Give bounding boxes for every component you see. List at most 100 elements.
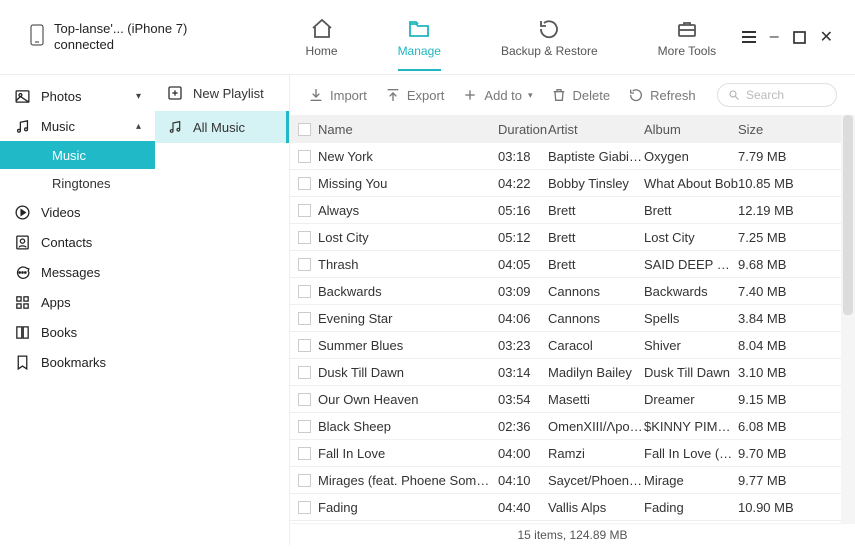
row-checkbox[interactable]	[298, 177, 311, 190]
close-button[interactable]: ✕	[820, 27, 833, 47]
cell-duration: 03:23	[498, 338, 548, 353]
row-checkbox[interactable]	[298, 474, 311, 487]
nav-tools-label: More Tools	[658, 44, 716, 58]
sidebar-videos[interactable]: Videos	[0, 197, 155, 227]
sidebar-contacts[interactable]: Contacts	[0, 227, 155, 257]
sidebar-apps[interactable]: Apps	[0, 287, 155, 317]
cell-name: Fading	[318, 500, 498, 515]
cell-name: Lost City	[318, 230, 498, 245]
sidebar-bookmarks[interactable]: Bookmarks	[0, 347, 155, 377]
row-checkbox[interactable]	[298, 447, 311, 460]
sidebar-books[interactable]: Books	[0, 317, 155, 347]
cell-size: 9.68 MB	[738, 257, 802, 272]
table-row[interactable]: Lost City05:12BrettLost City7.25 MB	[290, 224, 841, 251]
table-row[interactable]: Dusk Till Dawn03:14Madilyn BaileyDusk Ti…	[290, 359, 841, 386]
row-checkbox[interactable]	[298, 420, 311, 433]
table-row[interactable]: Always05:16BrettBrett12.19 MB	[290, 197, 841, 224]
menu-icon[interactable]	[742, 31, 756, 43]
cell-size: 9.15 MB	[738, 392, 802, 407]
status-bar: 15 items, 124.89 MB	[290, 523, 855, 545]
sidebar-music-ringtones[interactable]: Ringtones	[0, 169, 155, 197]
sidebar-messages[interactable]: Messages	[0, 257, 155, 287]
table-row[interactable]: Missing You04:22Bobby TinsleyWhat About …	[290, 170, 841, 197]
table-row[interactable]: Summer Blues03:23CaracolShiver8.04 MB	[290, 332, 841, 359]
select-all-checkbox[interactable]	[298, 123, 311, 136]
cell-name: Our Own Heaven	[318, 392, 498, 407]
cell-artist: Ramzi	[548, 446, 644, 461]
nav-more-tools[interactable]: More Tools	[658, 17, 716, 58]
maximize-button[interactable]	[793, 31, 806, 44]
device-status: connected	[54, 37, 187, 53]
export-button[interactable]: Export	[385, 87, 445, 103]
cell-duration: 03:18	[498, 149, 548, 164]
row-checkbox[interactable]	[298, 231, 311, 244]
row-checkbox[interactable]	[298, 501, 311, 514]
cell-album: Spells	[644, 311, 738, 326]
cell-size: 12.19 MB	[738, 203, 802, 218]
cell-name: Backwards	[318, 284, 498, 299]
row-checkbox[interactable]	[298, 204, 311, 217]
nav-backup-restore[interactable]: Backup & Restore	[501, 17, 598, 58]
sidebar-music[interactable]: Music▴	[0, 111, 155, 141]
cell-size: 3.10 MB	[738, 365, 802, 380]
cell-name: New York	[318, 149, 498, 164]
nav-home[interactable]: Home	[306, 17, 338, 58]
row-checkbox[interactable]	[298, 258, 311, 271]
cell-album: Brett	[644, 203, 738, 218]
row-checkbox[interactable]	[298, 366, 311, 379]
nav-backup-label: Backup & Restore	[501, 44, 598, 58]
refresh-button[interactable]: Refresh	[628, 87, 696, 103]
row-checkbox[interactable]	[298, 393, 311, 406]
table-row[interactable]: Thrash04:05BrettSAID DEEP MIXTAP...9.68 …	[290, 251, 841, 278]
cell-name: Evening Star	[318, 311, 498, 326]
row-checkbox[interactable]	[298, 312, 311, 325]
table-row[interactable]: Mirages (feat. Phoene Somsavath)04:10Say…	[290, 467, 841, 494]
table-row[interactable]: Evening Star04:06CannonsSpells3.84 MB	[290, 305, 841, 332]
cell-album: Fading	[644, 500, 738, 515]
sidebar-photos[interactable]: Photos▾	[0, 81, 155, 111]
nav-manage[interactable]: Manage	[398, 17, 441, 71]
cell-artist: Cannons	[548, 284, 644, 299]
table-row[interactable]: Backwards03:09CannonsBackwards7.40 MB	[290, 278, 841, 305]
new-playlist-button[interactable]: New Playlist	[155, 75, 289, 111]
scrollbar-thumb[interactable]	[843, 115, 853, 315]
row-checkbox[interactable]	[298, 339, 311, 352]
delete-button[interactable]: Delete	[551, 87, 611, 103]
cell-size: 10.85 MB	[738, 176, 802, 191]
table-row[interactable]: Fading04:40Vallis AlpsFading10.90 MB	[290, 494, 841, 521]
col-artist[interactable]: Artist	[548, 122, 644, 137]
cell-album: $KINNY PIMPIN	[644, 419, 738, 434]
cell-album: What About Bob	[644, 176, 738, 191]
cell-name: Missing You	[318, 176, 498, 191]
row-checkbox[interactable]	[298, 150, 311, 163]
import-button[interactable]: Import	[308, 87, 367, 103]
table-row[interactable]: Black Sheep02:36OmenXIII/Λpoqou$KINNY PI…	[290, 413, 841, 440]
col-name[interactable]: Name	[318, 122, 498, 137]
table-row[interactable]: Fall In Love04:00RamziFall In Love (Radi…	[290, 440, 841, 467]
cell-album: Backwards	[644, 284, 738, 299]
cell-duration: 04:10	[498, 473, 548, 488]
scrollbar[interactable]	[841, 115, 855, 523]
cell-name: Summer Blues	[318, 338, 498, 353]
search-box[interactable]	[717, 83, 837, 107]
cell-size: 8.04 MB	[738, 338, 802, 353]
search-input[interactable]	[746, 88, 826, 102]
add-to-button[interactable]: Add to▾	[462, 87, 532, 103]
cell-artist: Vallis Alps	[548, 500, 644, 515]
col-duration[interactable]: Duration	[498, 122, 548, 137]
cell-size: 7.40 MB	[738, 284, 802, 299]
table-row[interactable]: Our Own Heaven03:54MasettiDreamer9.15 MB	[290, 386, 841, 413]
col-size[interactable]: Size	[738, 122, 802, 137]
cell-artist: Cannons	[548, 311, 644, 326]
col-album[interactable]: Album	[644, 122, 738, 137]
nav-home-label: Home	[306, 44, 338, 58]
cell-duration: 03:14	[498, 365, 548, 380]
minimize-button[interactable]: –	[770, 28, 779, 46]
row-checkbox[interactable]	[298, 285, 311, 298]
cell-size: 7.79 MB	[738, 149, 802, 164]
cell-name: Always	[318, 203, 498, 218]
sidebar-music-music[interactable]: Music	[0, 141, 155, 169]
cell-size: 3.84 MB	[738, 311, 802, 326]
playlist-all-music[interactable]: All Music	[155, 111, 289, 143]
table-row[interactable]: New York03:18Baptiste GiabiconiOxygen7.7…	[290, 143, 841, 170]
